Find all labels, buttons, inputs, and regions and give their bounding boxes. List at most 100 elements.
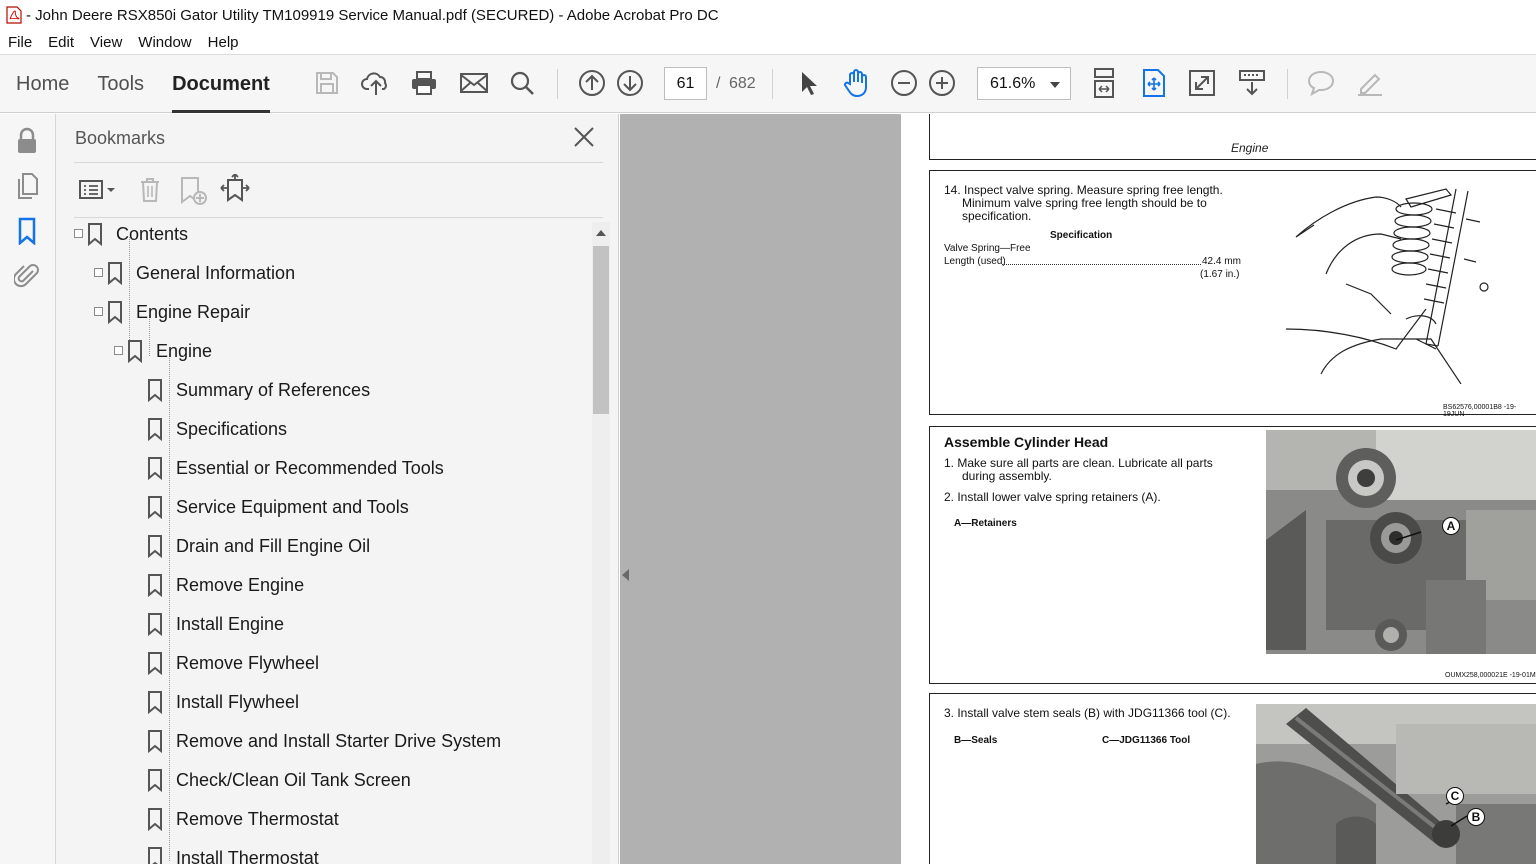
- delete-icon[interactable]: [138, 176, 162, 209]
- bookmarks-panel: Bookmarks Contents General Information Eng…: [56, 114, 619, 864]
- legend-c: C—JDG11366 Tool: [1102, 735, 1191, 746]
- scroll-thumb[interactable]: [593, 246, 609, 414]
- bookmark-item[interactable]: Remove Engine: [146, 570, 304, 600]
- bookmarks-scrollbar[interactable]: [592, 222, 610, 864]
- bookmark-item[interactable]: Remove Flywheel: [146, 648, 319, 678]
- read-mode-icon[interactable]: [1236, 67, 1268, 99]
- zoom-out-icon[interactable]: [888, 67, 920, 99]
- comment-icon[interactable]: [1305, 67, 1337, 99]
- tree-expander-icon[interactable]: [74, 229, 83, 238]
- bookmark-item[interactable]: Service Equipment and Tools: [146, 492, 409, 522]
- tree-expander-icon[interactable]: [94, 307, 103, 316]
- email-icon[interactable]: [458, 67, 490, 99]
- bookmark-label: Install Engine: [176, 613, 285, 634]
- scroll-up-icon[interactable]: [596, 230, 606, 236]
- tree-expander-icon[interactable]: [94, 268, 103, 277]
- bookmark-item[interactable]: Specifications: [146, 414, 287, 444]
- page-down-icon[interactable]: [614, 67, 646, 99]
- search-icon[interactable]: [506, 67, 538, 99]
- bookmark-item[interactable]: Engine: [114, 336, 212, 366]
- select-arrow-icon[interactable]: [792, 67, 824, 99]
- close-icon[interactable]: [572, 125, 596, 149]
- zoom-in-icon[interactable]: [926, 67, 958, 99]
- menu-help[interactable]: Help: [200, 34, 247, 51]
- spec-value2: (1.67 in.): [1200, 269, 1240, 280]
- spec-title: Specification: [1050, 230, 1113, 241]
- divider: [74, 217, 603, 218]
- bookmark-label: Remove Engine: [176, 574, 305, 595]
- bookmark-item[interactable]: Install Thermostat: [146, 843, 319, 864]
- bookmark-item[interactable]: Remove Thermostat: [146, 804, 339, 834]
- bookmark-item[interactable]: Essential or Recommended Tools: [146, 453, 444, 483]
- bookmark-icon[interactable]: [12, 216, 42, 246]
- tab-tools[interactable]: Tools: [83, 55, 158, 113]
- bookmark-item[interactable]: Summary of References: [146, 375, 370, 405]
- spec-leader: [1002, 264, 1201, 265]
- page-total: 682: [729, 75, 756, 92]
- bookmark-label: Install Thermostat: [176, 847, 319, 864]
- spec-label1: Valve Spring—Free: [944, 243, 1031, 254]
- main-toolbar: Home Tools Document 61 / 682 61.6%: [0, 54, 1536, 113]
- bookmark-ribbon-icon: [146, 690, 164, 715]
- bookmark-item[interactable]: Check/Clean Oil Tank Screen: [146, 765, 411, 795]
- menu-file[interactable]: File: [0, 34, 40, 51]
- bookmark-label: Engine Repair: [136, 301, 251, 322]
- page-up-icon[interactable]: [576, 67, 608, 99]
- toolbar-divider: [557, 69, 558, 99]
- bookmark-ribbon-icon: [146, 729, 164, 754]
- upload-cloud-icon[interactable]: [360, 67, 392, 99]
- page-number-input[interactable]: 61: [664, 67, 707, 100]
- bookmark-ribbon-icon: [146, 651, 164, 676]
- step3-text: 3. Install valve stem seals (B) with JDG…: [944, 706, 1231, 720]
- figure-code: OUMX258,000021E -19-01M: [1445, 672, 1536, 679]
- tab-document[interactable]: Document: [158, 55, 284, 113]
- sign-icon[interactable]: [1354, 67, 1386, 99]
- lock-icon[interactable]: [12, 126, 42, 156]
- bookmark-label: Remove Thermostat: [176, 808, 339, 829]
- step14-line3: specification.: [962, 209, 1032, 223]
- bookmark-label: Essential or Recommended Tools: [176, 457, 444, 478]
- callout-c: C: [1446, 787, 1464, 805]
- attachment-icon[interactable]: [12, 260, 42, 290]
- bookmark-item[interactable]: General Information: [94, 258, 295, 288]
- bookmark-item[interactable]: Drain and Fill Engine Oil: [146, 531, 370, 561]
- bookmark-ribbon-icon: [106, 261, 124, 286]
- bookmark-label: Contents: [116, 223, 189, 244]
- spec-value1: 42.4 mm: [1202, 256, 1241, 267]
- bookmark-label: Specifications: [176, 418, 288, 439]
- zoom-select[interactable]: 61.6%: [977, 67, 1071, 100]
- bookmark-ribbon-icon: [146, 612, 164, 637]
- callout-a: A: [1442, 517, 1460, 535]
- divider: [74, 162, 603, 163]
- assemble-step1b: during assembly.: [962, 469, 1052, 483]
- menu-edit[interactable]: Edit: [40, 34, 82, 51]
- tree-expander-icon[interactable]: [114, 346, 123, 355]
- toolbar-divider: [772, 69, 773, 99]
- bookmark-ribbon-icon: [146, 807, 164, 832]
- collapse-panel-icon[interactable]: [622, 569, 629, 581]
- menu-view[interactable]: View: [82, 34, 130, 51]
- bookmark-ribbon-icon: [126, 339, 144, 364]
- pdf-page: Engine 14. Inspect valve spring. Measure…: [901, 114, 1536, 864]
- hand-tool-icon[interactable]: [840, 67, 872, 99]
- page-thumbnails-icon[interactable]: [12, 171, 42, 201]
- toolbar-tabs: Home Tools Document: [0, 55, 284, 113]
- bookmark-item[interactable]: Contents: [74, 219, 189, 249]
- bookmark-item[interactable]: Install Flywheel: [146, 687, 299, 717]
- page-separator: /: [716, 75, 721, 92]
- expand-bookmark-icon[interactable]: [219, 172, 251, 211]
- zoom-value: 61.6%: [990, 75, 1036, 92]
- menu-window[interactable]: Window: [130, 34, 199, 51]
- bookmark-item[interactable]: Remove and Install Starter Drive System: [146, 726, 501, 756]
- new-bookmark-icon[interactable]: [179, 176, 209, 211]
- fullscreen-icon[interactable]: [1186, 67, 1218, 99]
- options-menu-icon[interactable]: [78, 178, 118, 207]
- save-icon[interactable]: [311, 67, 343, 99]
- bookmark-label: Service Equipment and Tools: [176, 496, 409, 517]
- tab-home[interactable]: Home: [0, 55, 83, 113]
- bookmark-item[interactable]: Engine Repair: [94, 297, 251, 327]
- scroll-mode-icon[interactable]: [1088, 67, 1120, 99]
- fit-page-icon[interactable]: [1138, 67, 1170, 99]
- bookmark-item[interactable]: Install Engine: [146, 609, 284, 639]
- print-icon[interactable]: [408, 67, 440, 99]
